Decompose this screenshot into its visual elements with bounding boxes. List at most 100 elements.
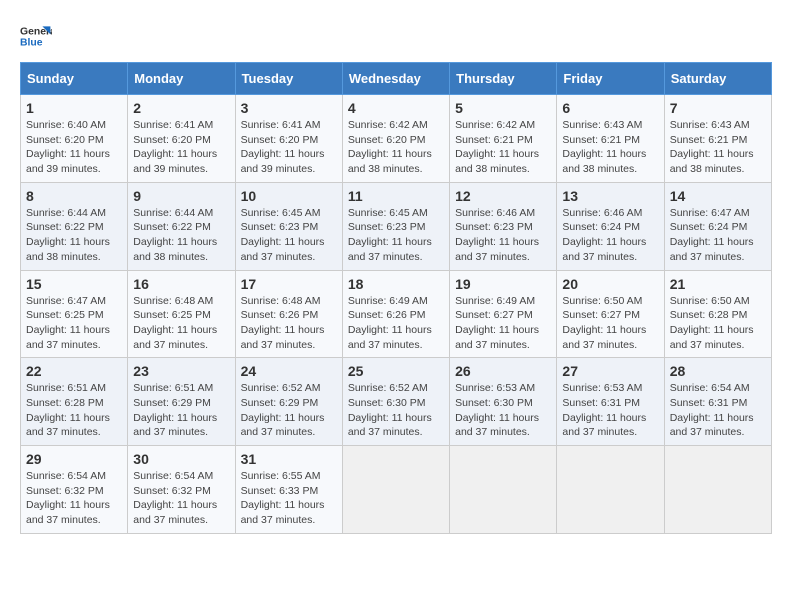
day-info: Sunrise: 6:43 AM Sunset: 6:21 PM Dayligh… bbox=[562, 118, 658, 177]
weekday-header-tuesday: Tuesday bbox=[235, 63, 342, 95]
page-header: General Blue bbox=[20, 20, 772, 52]
sunrise-label: Sunrise: 6:47 AM bbox=[670, 207, 750, 219]
day-number: 16 bbox=[133, 276, 229, 292]
calendar-cell: 31 Sunrise: 6:55 AM Sunset: 6:33 PM Dayl… bbox=[235, 446, 342, 534]
calendar-cell: 22 Sunrise: 6:51 AM Sunset: 6:28 PM Dayl… bbox=[21, 358, 128, 446]
day-number: 7 bbox=[670, 100, 766, 116]
day-number: 26 bbox=[455, 363, 551, 379]
day-number: 4 bbox=[348, 100, 444, 116]
sunset-label: Sunset: 6:22 PM bbox=[133, 221, 211, 233]
daylight-label: Daylight: 11 hours and 38 minutes. bbox=[26, 236, 110, 263]
daylight-label: Daylight: 11 hours and 37 minutes. bbox=[241, 236, 325, 263]
svg-text:Blue: Blue bbox=[20, 38, 43, 49]
sunset-label: Sunset: 6:20 PM bbox=[348, 134, 426, 146]
sunrise-label: Sunrise: 6:43 AM bbox=[670, 119, 750, 131]
day-info: Sunrise: 6:48 AM Sunset: 6:25 PM Dayligh… bbox=[133, 294, 229, 353]
sunrise-label: Sunrise: 6:53 AM bbox=[455, 382, 535, 394]
day-number: 28 bbox=[670, 363, 766, 379]
day-info: Sunrise: 6:51 AM Sunset: 6:28 PM Dayligh… bbox=[26, 381, 122, 440]
weekday-header-saturday: Saturday bbox=[664, 63, 771, 95]
day-number: 18 bbox=[348, 276, 444, 292]
sunset-label: Sunset: 6:20 PM bbox=[241, 134, 319, 146]
day-info: Sunrise: 6:51 AM Sunset: 6:29 PM Dayligh… bbox=[133, 381, 229, 440]
sunrise-label: Sunrise: 6:49 AM bbox=[348, 295, 428, 307]
day-info: Sunrise: 6:54 AM Sunset: 6:32 PM Dayligh… bbox=[26, 469, 122, 528]
daylight-label: Daylight: 11 hours and 37 minutes. bbox=[455, 324, 539, 351]
day-info: Sunrise: 6:50 AM Sunset: 6:28 PM Dayligh… bbox=[670, 294, 766, 353]
day-info: Sunrise: 6:47 AM Sunset: 6:24 PM Dayligh… bbox=[670, 206, 766, 265]
sunset-label: Sunset: 6:29 PM bbox=[133, 397, 211, 409]
sunrise-label: Sunrise: 6:45 AM bbox=[241, 207, 321, 219]
sunset-label: Sunset: 6:27 PM bbox=[562, 309, 640, 321]
day-number: 21 bbox=[670, 276, 766, 292]
daylight-label: Daylight: 11 hours and 38 minutes. bbox=[133, 236, 217, 263]
sunrise-label: Sunrise: 6:51 AM bbox=[26, 382, 106, 394]
daylight-label: Daylight: 11 hours and 37 minutes. bbox=[241, 324, 325, 351]
day-info: Sunrise: 6:41 AM Sunset: 6:20 PM Dayligh… bbox=[241, 118, 337, 177]
sunrise-label: Sunrise: 6:42 AM bbox=[455, 119, 535, 131]
day-info: Sunrise: 6:49 AM Sunset: 6:27 PM Dayligh… bbox=[455, 294, 551, 353]
day-number: 31 bbox=[241, 451, 337, 467]
sunset-label: Sunset: 6:30 PM bbox=[455, 397, 533, 409]
daylight-label: Daylight: 11 hours and 37 minutes. bbox=[348, 236, 432, 263]
day-number: 14 bbox=[670, 188, 766, 204]
weekday-header-wednesday: Wednesday bbox=[342, 63, 449, 95]
day-info: Sunrise: 6:46 AM Sunset: 6:24 PM Dayligh… bbox=[562, 206, 658, 265]
day-number: 19 bbox=[455, 276, 551, 292]
sunrise-label: Sunrise: 6:52 AM bbox=[348, 382, 428, 394]
calendar-cell: 17 Sunrise: 6:48 AM Sunset: 6:26 PM Dayl… bbox=[235, 270, 342, 358]
logo: General Blue bbox=[20, 20, 52, 52]
daylight-label: Daylight: 11 hours and 37 minutes. bbox=[562, 324, 646, 351]
daylight-label: Daylight: 11 hours and 37 minutes. bbox=[133, 412, 217, 439]
day-info: Sunrise: 6:48 AM Sunset: 6:26 PM Dayligh… bbox=[241, 294, 337, 353]
daylight-label: Daylight: 11 hours and 39 minutes. bbox=[241, 148, 325, 175]
calendar-cell: 6 Sunrise: 6:43 AM Sunset: 6:21 PM Dayli… bbox=[557, 95, 664, 183]
logo-icon: General Blue bbox=[20, 20, 52, 52]
day-number: 3 bbox=[241, 100, 337, 116]
sunset-label: Sunset: 6:31 PM bbox=[670, 397, 748, 409]
calendar-cell: 16 Sunrise: 6:48 AM Sunset: 6:25 PM Dayl… bbox=[128, 270, 235, 358]
daylight-label: Daylight: 11 hours and 37 minutes. bbox=[26, 324, 110, 351]
sunset-label: Sunset: 6:32 PM bbox=[26, 485, 104, 497]
calendar-cell: 15 Sunrise: 6:47 AM Sunset: 6:25 PM Dayl… bbox=[21, 270, 128, 358]
daylight-label: Daylight: 11 hours and 37 minutes. bbox=[26, 412, 110, 439]
daylight-label: Daylight: 11 hours and 37 minutes. bbox=[348, 324, 432, 351]
sunrise-label: Sunrise: 6:50 AM bbox=[562, 295, 642, 307]
daylight-label: Daylight: 11 hours and 37 minutes. bbox=[241, 499, 325, 526]
day-info: Sunrise: 6:54 AM Sunset: 6:31 PM Dayligh… bbox=[670, 381, 766, 440]
calendar-cell: 23 Sunrise: 6:51 AM Sunset: 6:29 PM Dayl… bbox=[128, 358, 235, 446]
weekday-header-thursday: Thursday bbox=[450, 63, 557, 95]
sunset-label: Sunset: 6:26 PM bbox=[241, 309, 319, 321]
calendar-cell: 9 Sunrise: 6:44 AM Sunset: 6:22 PM Dayli… bbox=[128, 182, 235, 270]
calendar-week-4: 22 Sunrise: 6:51 AM Sunset: 6:28 PM Dayl… bbox=[21, 358, 772, 446]
day-info: Sunrise: 6:40 AM Sunset: 6:20 PM Dayligh… bbox=[26, 118, 122, 177]
day-info: Sunrise: 6:45 AM Sunset: 6:23 PM Dayligh… bbox=[348, 206, 444, 265]
sunrise-label: Sunrise: 6:44 AM bbox=[26, 207, 106, 219]
day-number: 24 bbox=[241, 363, 337, 379]
daylight-label: Daylight: 11 hours and 37 minutes. bbox=[670, 324, 754, 351]
calendar-cell: 14 Sunrise: 6:47 AM Sunset: 6:24 PM Dayl… bbox=[664, 182, 771, 270]
calendar-cell: 7 Sunrise: 6:43 AM Sunset: 6:21 PM Dayli… bbox=[664, 95, 771, 183]
day-info: Sunrise: 6:53 AM Sunset: 6:30 PM Dayligh… bbox=[455, 381, 551, 440]
day-number: 17 bbox=[241, 276, 337, 292]
calendar-cell: 13 Sunrise: 6:46 AM Sunset: 6:24 PM Dayl… bbox=[557, 182, 664, 270]
weekday-header-friday: Friday bbox=[557, 63, 664, 95]
sunset-label: Sunset: 6:25 PM bbox=[26, 309, 104, 321]
calendar-cell: 28 Sunrise: 6:54 AM Sunset: 6:31 PM Dayl… bbox=[664, 358, 771, 446]
sunrise-label: Sunrise: 6:50 AM bbox=[670, 295, 750, 307]
sunrise-label: Sunrise: 6:46 AM bbox=[562, 207, 642, 219]
sunrise-label: Sunrise: 6:46 AM bbox=[455, 207, 535, 219]
daylight-label: Daylight: 11 hours and 37 minutes. bbox=[562, 236, 646, 263]
sunset-label: Sunset: 6:26 PM bbox=[348, 309, 426, 321]
calendar-table: SundayMondayTuesdayWednesdayThursdayFrid… bbox=[20, 62, 772, 534]
sunrise-label: Sunrise: 6:41 AM bbox=[241, 119, 321, 131]
calendar-cell: 11 Sunrise: 6:45 AM Sunset: 6:23 PM Dayl… bbox=[342, 182, 449, 270]
calendar-cell: 18 Sunrise: 6:49 AM Sunset: 6:26 PM Dayl… bbox=[342, 270, 449, 358]
sunset-label: Sunset: 6:28 PM bbox=[670, 309, 748, 321]
day-info: Sunrise: 6:44 AM Sunset: 6:22 PM Dayligh… bbox=[26, 206, 122, 265]
day-number: 30 bbox=[133, 451, 229, 467]
calendar-week-3: 15 Sunrise: 6:47 AM Sunset: 6:25 PM Dayl… bbox=[21, 270, 772, 358]
sunrise-label: Sunrise: 6:53 AM bbox=[562, 382, 642, 394]
sunrise-label: Sunrise: 6:45 AM bbox=[348, 207, 428, 219]
day-info: Sunrise: 6:45 AM Sunset: 6:23 PM Dayligh… bbox=[241, 206, 337, 265]
